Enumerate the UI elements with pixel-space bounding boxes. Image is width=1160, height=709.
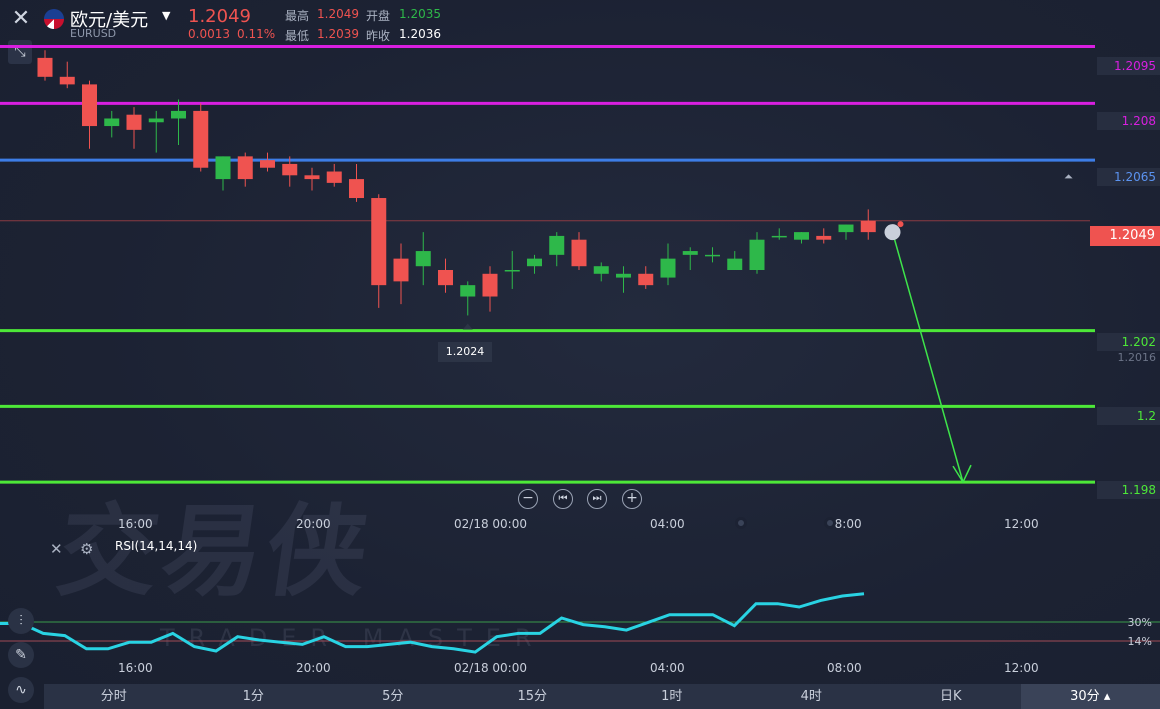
candle-body — [260, 160, 275, 168]
candle-body — [682, 251, 698, 255]
candle-body — [393, 258, 409, 282]
tab-4h[interactable]: 4时 — [742, 684, 882, 709]
candle-body — [527, 258, 542, 267]
close-indicator-icon[interactable]: ✕ — [50, 540, 63, 558]
tab-1m[interactable]: 1分 — [184, 684, 324, 709]
tab-5m[interactable]: 5分 — [323, 684, 463, 709]
level-tag-1: 1.2095 — [1097, 57, 1160, 75]
timeframe-tabs: 分时 1分 5分 15分 1时 4时 日K 30分 ▴ — [44, 684, 1160, 709]
level-tag-5: 1.2 — [1097, 407, 1160, 425]
alert-dot — [897, 221, 904, 228]
time-marker-dot — [735, 517, 747, 529]
candle-body — [215, 156, 231, 180]
candle-body — [860, 220, 876, 233]
candle-body — [82, 84, 97, 127]
alert-bell-icon[interactable]: ⏶ — [1064, 170, 1078, 184]
x-tick-1: 16:00 — [118, 517, 153, 531]
tab-30m[interactable]: 30分 ▴ — [1020, 684, 1160, 709]
forecast-arrow-line — [891, 231, 964, 483]
candle-body — [148, 118, 164, 123]
scale-label: 1.2016 — [1117, 351, 1157, 364]
rsi-x-tick-3: 02/18 00:00 — [454, 661, 527, 675]
rsi-level-30: 30% — [1127, 616, 1152, 629]
candle-body — [37, 57, 53, 77]
rsi-x-tick-5: 08:00 — [827, 661, 862, 675]
candle-body — [415, 251, 431, 267]
rsi-x-tick-2: 20:00 — [296, 661, 331, 675]
candle-body — [571, 239, 587, 267]
candle-body — [749, 239, 765, 270]
candle-body — [482, 273, 498, 297]
level-tag-4: 1.202 — [1097, 333, 1160, 351]
low-marker-pointer — [462, 323, 473, 330]
settings-icon[interactable]: ⚙ — [80, 540, 93, 558]
candle-body — [171, 110, 186, 119]
x-tick-4: 04:00 — [650, 517, 685, 531]
x-tick-3: 02/18 00:00 — [454, 517, 527, 531]
candle-body — [504, 270, 520, 272]
candle-body — [771, 235, 787, 238]
tab-15m[interactable]: 15分 — [463, 684, 603, 709]
rsi-x-tick-1: 16:00 — [118, 661, 153, 675]
rsi-line — [0, 592, 865, 654]
candle-body — [126, 114, 142, 130]
low-marker-label: 1.2024 — [438, 342, 492, 362]
candle-body — [638, 273, 654, 286]
draw-pen-icon[interactable]: ✎ — [8, 642, 34, 668]
trend-tool-icon[interactable]: ∿ — [8, 677, 34, 703]
current-price-tag: 1.2049 — [1090, 226, 1160, 246]
zoom-out-button[interactable]: − — [518, 489, 538, 509]
rsi-chart — [0, 592, 1160, 654]
rsi-level-14: 14% — [1127, 635, 1152, 648]
candle-body — [549, 235, 565, 255]
level-tag-6: 1.198 — [1097, 481, 1160, 499]
scroll-right-button[interactable]: ⏭ — [587, 489, 607, 509]
candle-body — [794, 232, 809, 240]
rsi-x-tick-6: 12:00 — [1004, 661, 1039, 675]
tab-30m-label: 30分 — [1070, 689, 1100, 704]
tab-daily[interactable]: 日K — [881, 684, 1021, 709]
scroll-left-button[interactable]: ⏮ — [553, 489, 573, 509]
indicator-icon[interactable]: ⫶ — [8, 608, 34, 634]
time-marker-dot — [824, 517, 836, 529]
level-tag-2: 1.208 — [1097, 112, 1160, 130]
candle-body — [816, 235, 832, 240]
candle-body — [371, 198, 387, 286]
candle-body — [237, 156, 253, 180]
candle-body — [282, 163, 298, 176]
candle-body — [460, 285, 476, 297]
candle-body — [705, 254, 720, 257]
candle-body — [838, 224, 854, 233]
tab-timeshare[interactable]: 分时 — [44, 684, 184, 709]
candle-body — [104, 118, 120, 127]
x-tick-6: 12:00 — [1004, 517, 1039, 531]
candle-body — [593, 266, 609, 274]
candle-body — [660, 258, 676, 278]
price-chart[interactable] — [0, 0, 1160, 520]
chart-app: ✕ ⤡ 欧元/美元 ▼ EURUSD 1.2049 0.0013 0.11% 最… — [0, 0, 1160, 709]
candle-body — [326, 171, 342, 183]
tab-1h[interactable]: 1时 — [602, 684, 742, 709]
candle-body — [349, 179, 364, 199]
rsi-label: RSI(14,14,14) — [115, 539, 198, 553]
level-tag-3: 1.2065 — [1097, 168, 1160, 186]
candle-body — [59, 76, 75, 85]
rsi-x-tick-4: 04:00 — [650, 661, 685, 675]
alert-marker-icon — [884, 224, 901, 241]
candle-body — [727, 258, 743, 270]
zoom-in-button[interactable]: + — [622, 489, 642, 509]
candle-body — [438, 270, 453, 286]
x-tick-2: 20:00 — [296, 517, 331, 531]
forecast-arrow-head — [952, 464, 972, 484]
candle-body — [616, 273, 631, 278]
candle-body — [193, 110, 209, 168]
candle-body — [304, 175, 320, 180]
